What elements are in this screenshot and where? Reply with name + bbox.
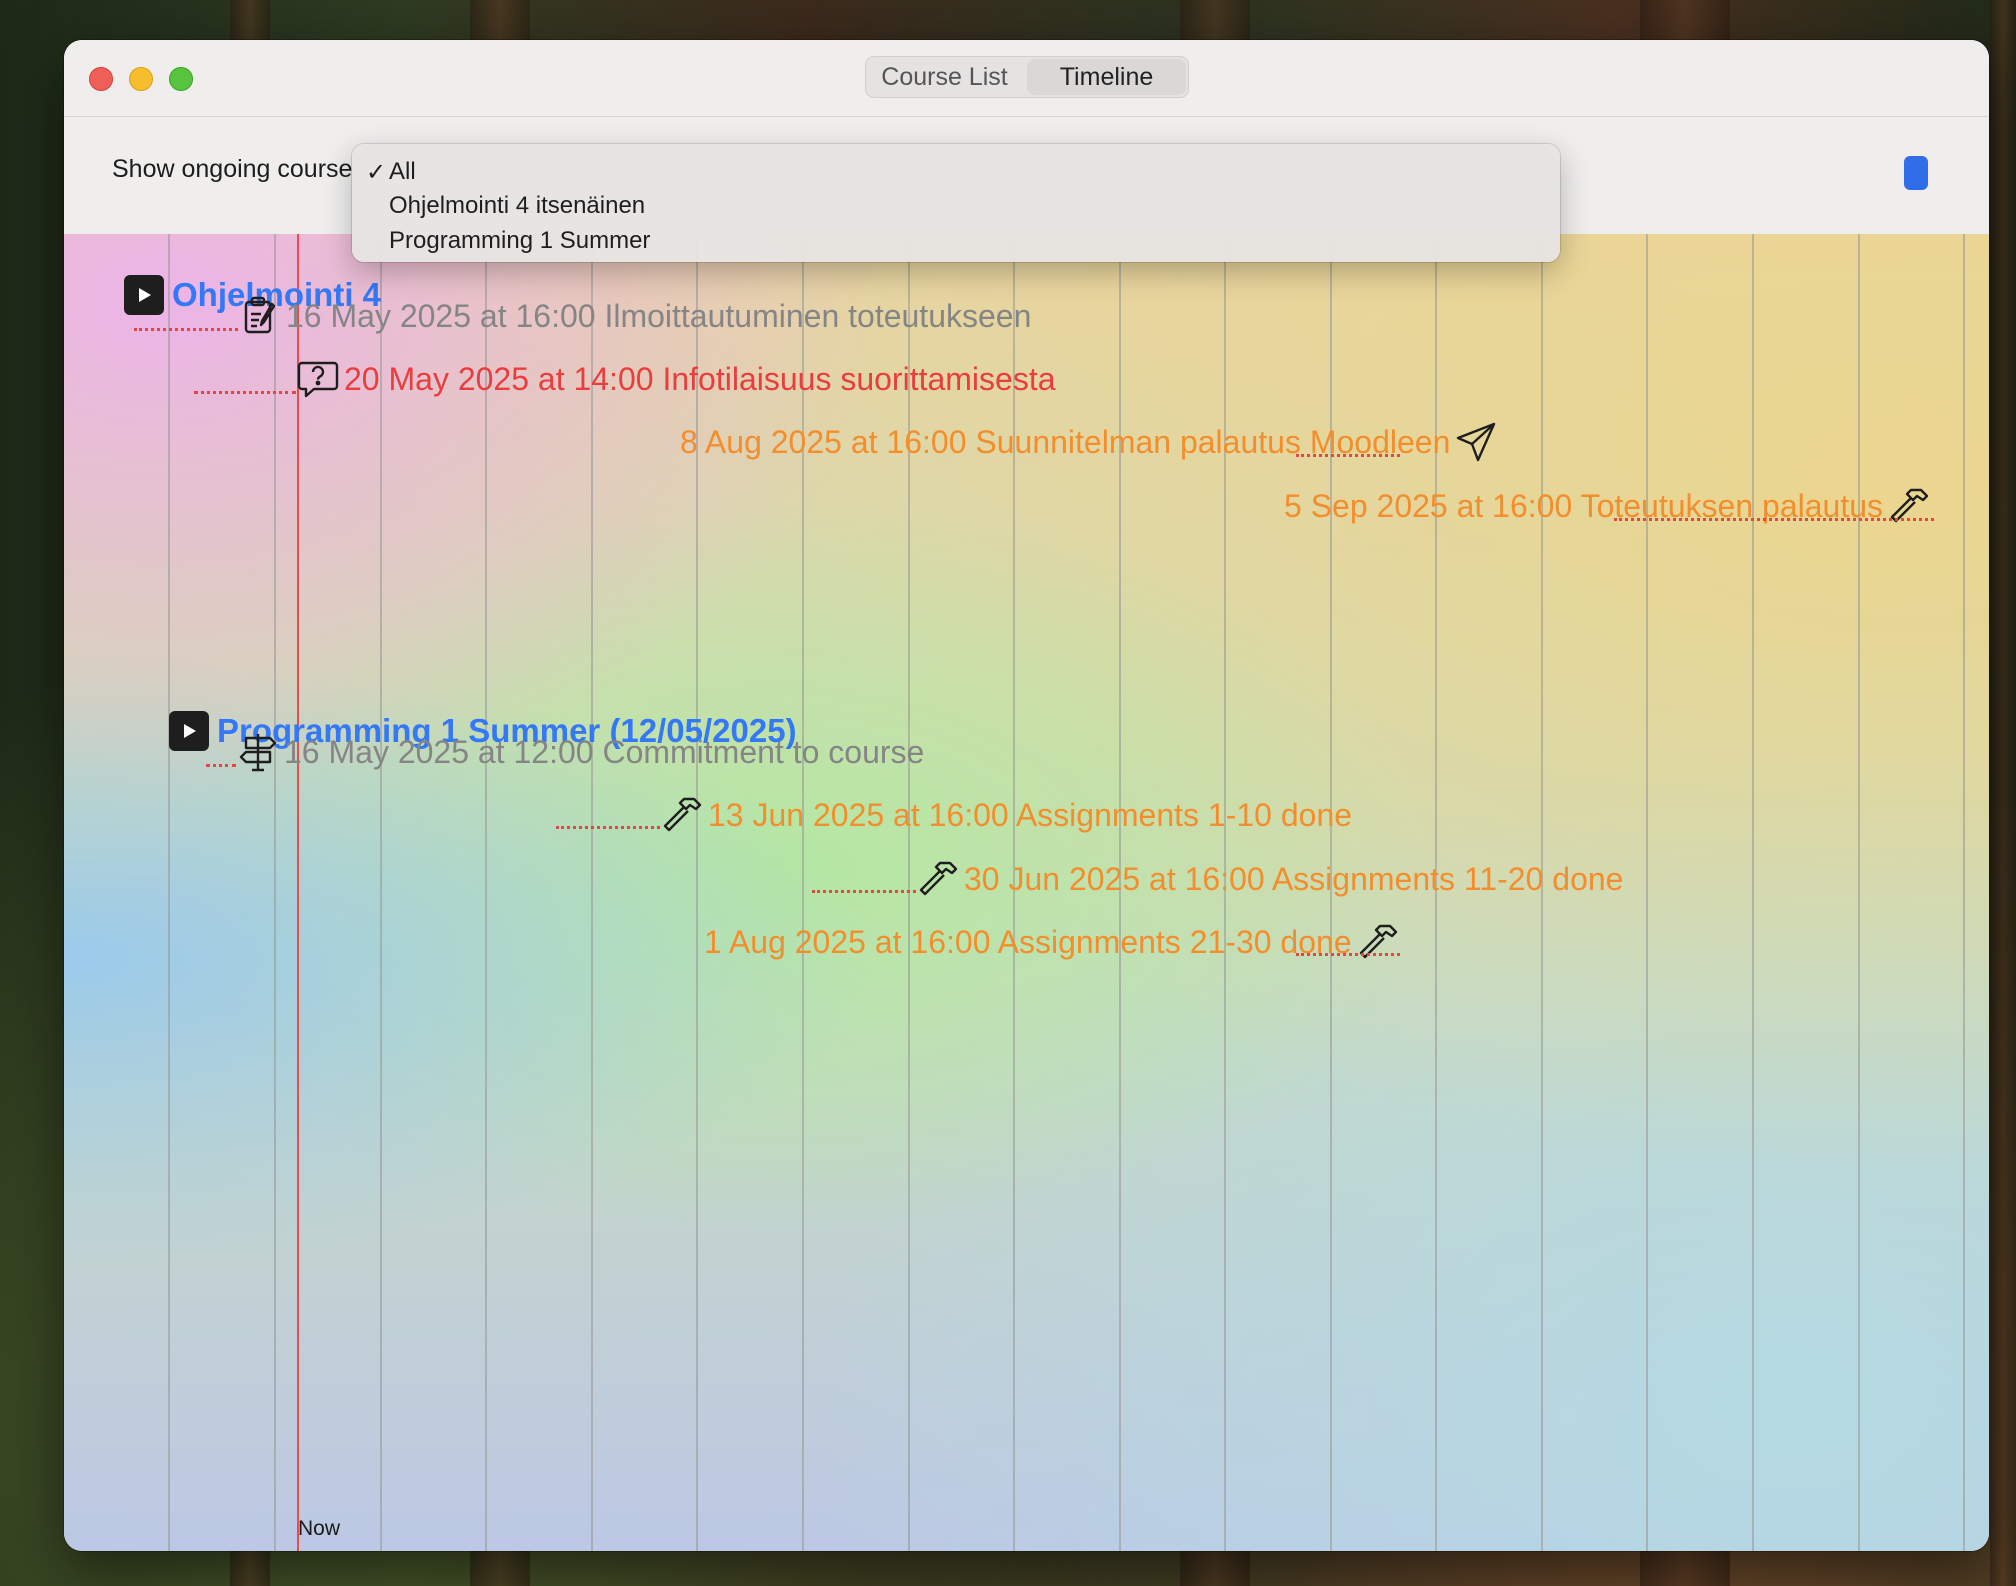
timeline-event[interactable]: 30 Jun 2025 at 16:00 Assignments 11-20 d… [916,857,1623,901]
event-connector [556,826,660,829]
menu-item-all[interactable]: All [389,158,416,186]
timeline-event[interactable]: 8 Aug 2025 at 16:00 Suunnitelman palautu… [680,420,1498,464]
event-label: 16 May 2025 at 16:00 Ilmoittautuminen to… [286,297,1032,334]
event-connector [134,328,238,331]
timeline-event[interactable]: 5 Sep 2025 at 16:00 Toteutuksen palautus [1284,484,1931,528]
event-connector [1296,454,1400,457]
timeline-event[interactable]: 13 Jun 2025 at 16:00 Assignments 1-10 do… [660,793,1352,837]
timeline-gridline [168,234,170,1551]
timeline-gridline [274,234,276,1551]
timeline-gridline [1646,234,1648,1551]
timeline-gridline [591,234,593,1551]
hammer-icon [660,793,704,837]
app-window: Course List Timeline Show ongoing course… [64,40,1989,1551]
course-filter-popup-button[interactable] [1904,156,1928,190]
timeline-view[interactable]: Now Ohjelmointi 4 16 May 2025 at 16:00 I… [64,234,1989,1551]
clipboard-edit-icon [238,294,282,338]
play-icon[interactable] [169,711,209,751]
question-bubble-icon [296,357,340,401]
checkmark-icon: ✓ [366,159,387,186]
now-line [297,234,299,1551]
now-label: Now [298,1517,341,1540]
tab-course-list[interactable]: Course List [865,56,1024,98]
timeline-event[interactable]: 16 May 2025 at 16:00 Ilmoittautuminen to… [238,294,1031,338]
course-filter-label: Show ongoing course [112,155,353,183]
tab-timeline[interactable]: Timeline [1027,59,1186,95]
event-label: 1 Aug 2025 at 16:00 Assignments 21-30 do… [704,923,1352,960]
hammer-icon [1887,484,1931,528]
event-connector [1614,518,1934,521]
course-filter-menu: ✓ All Ohjelmointi 4 itsenäinen Programmi… [352,144,1560,262]
close-window-button[interactable] [89,67,113,91]
menu-item-programming-1-summer[interactable]: Programming 1 Summer [389,227,650,255]
title-bar: Course List Timeline [64,40,1989,117]
event-label: 16 May 2025 at 12:00 Commitment to cours… [284,733,925,770]
event-label: 30 Jun 2025 at 16:00 Assignments 11-20 d… [964,860,1624,897]
event-connector [1296,953,1400,956]
timeline-event[interactable]: 20 May 2025 at 14:00 Infotilaisuus suori… [296,357,1056,401]
menu-item-ohjelmointi-4[interactable]: Ohjelmointi 4 itsenäinen [389,192,645,220]
timeline-event[interactable]: 1 Aug 2025 at 16:00 Assignments 21-30 do… [704,920,1400,964]
hammer-icon [916,857,960,901]
event-connector [206,764,236,767]
minimize-window-button[interactable] [129,67,153,91]
play-icon[interactable] [124,275,164,315]
timeline-gridline [485,234,487,1551]
event-label: 13 Jun 2025 at 16:00 Assignments 1-10 do… [708,796,1353,833]
timeline-gridline [380,234,382,1551]
view-switcher: Course List Timeline [865,56,1189,98]
timeline-gridline [1752,234,1754,1551]
timeline-gridline [1858,234,1860,1551]
timeline-gridline [1963,234,1965,1551]
event-connector [194,391,296,394]
paper-plane-icon [1454,420,1498,464]
timeline-event[interactable]: 16 May 2025 at 12:00 Commitment to cours… [236,730,924,774]
hammer-icon [1356,920,1400,964]
event-label: 20 May 2025 at 14:00 Infotilaisuus suori… [344,360,1056,397]
signpost-icon [236,730,280,774]
zoom-window-button[interactable] [169,67,193,91]
event-connector [812,890,916,893]
